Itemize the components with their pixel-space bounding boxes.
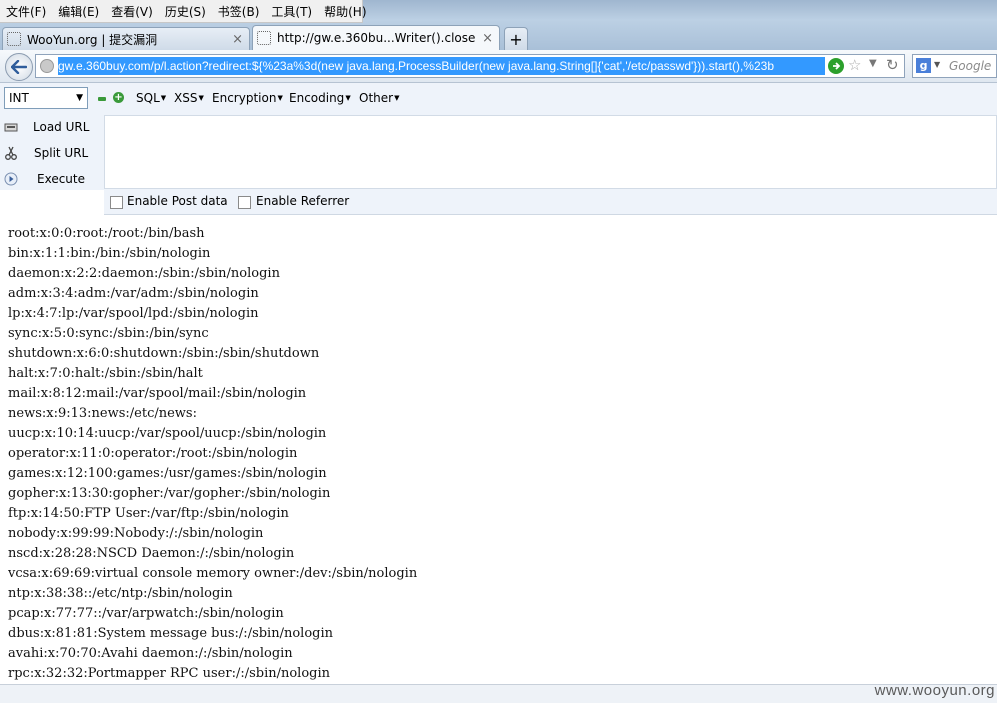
scissors-icon <box>5 146 17 160</box>
history-dropdown-icon[interactable]: ▼ <box>869 58 877 69</box>
tab-strip: WooYun.org | 提交漏洞 × http://gw.e.360bu...… <box>0 24 528 50</box>
passwd-line: nscd:x:28:28:NSCD Daemon:/:/sbin/nologin <box>8 546 295 561</box>
passwd-line: dbus:x:81:81:System message bus:/:/sbin/… <box>8 626 334 641</box>
encoding-menu[interactable]: Encoding▼ <box>289 91 351 105</box>
hackbar-actions: Load URL Split URL Execute <box>0 115 104 190</box>
page-favicon-icon <box>7 32 21 46</box>
site-identity-icon[interactable] <box>40 59 54 73</box>
new-tab-button[interactable]: + <box>504 27 528 50</box>
play-icon <box>4 172 18 186</box>
url-input[interactable]: gw.e.360buy.com/p/l.action?redirect:${%2… <box>58 57 825 75</box>
menu-edit[interactable]: 编辑(E) <box>52 3 105 20</box>
status-bar <box>0 684 997 703</box>
menu-bar: 文件(F) 编辑(E) 查看(V) 历史(S) 书签(B) 工具(T) 帮助(H… <box>0 0 367 23</box>
address-bar[interactable]: gw.e.360buy.com/p/l.action?redirect:${%2… <box>35 54 905 78</box>
passwd-line: news:x:9:13:news:/etc/news: <box>8 406 197 421</box>
menu-help[interactable]: 帮助(H) <box>318 3 372 20</box>
passwd-line: shutdown:x:6:0:shutdown:/sbin:/sbin/shut… <box>8 346 320 361</box>
passwd-line: gopher:x:13:30:gopher:/var/gopher:/sbin/… <box>8 486 331 501</box>
back-button[interactable] <box>5 53 33 81</box>
tab-wooyun[interactable]: WooYun.org | 提交漏洞 × <box>2 27 250 50</box>
other-menu[interactable]: Other▼ <box>359 91 399 105</box>
tab-close-icon[interactable]: × <box>232 32 243 47</box>
enable-referrer-label: Enable Referrer <box>256 194 350 208</box>
plus-icon[interactable]: + <box>113 92 124 103</box>
go-arrow-icon <box>833 62 841 70</box>
load-url-button[interactable]: Load URL <box>0 115 104 139</box>
passwd-line: games:x:12:100:games:/usr/games:/sbin/no… <box>8 466 327 481</box>
hackbar-options: Enable Post data Enable Referrer <box>104 189 997 215</box>
passwd-line: daemon:x:2:2:daemon:/sbin:/sbin/nologin <box>8 266 280 281</box>
bookmark-star-icon[interactable]: ☆ <box>848 56 861 74</box>
menu-view[interactable]: 查看(V) <box>105 3 159 20</box>
xss-menu[interactable]: XSS▼ <box>174 91 204 105</box>
passwd-line: root:x:0:0:root:/root:/bin/bash <box>8 226 205 241</box>
passwd-line: pcap:x:77:77::/var/arpwatch:/sbin/nologi… <box>8 606 284 621</box>
sql-menu[interactable]: SQL▼ <box>136 91 166 105</box>
passwd-line: avahi:x:70:70:Avahi daemon:/:/sbin/nolog… <box>8 646 293 661</box>
split-url-label: Split URL <box>34 146 89 160</box>
google-icon[interactable]: g <box>916 58 931 73</box>
back-arrow-icon <box>11 60 27 74</box>
load-url-label: Load URL <box>33 120 90 134</box>
passwd-line: ftp:x:14:50:FTP User:/var/ftp:/sbin/nolo… <box>8 506 289 521</box>
passwd-line: ntp:x:38:38::/etc/ntp:/sbin/nologin <box>8 586 233 601</box>
menu-bookmarks[interactable]: 书签(B) <box>212 3 266 20</box>
passwd-line: rpc:x:32:32:Portmapper RPC user:/:/sbin/… <box>8 666 331 681</box>
tab-title: http://gw.e.360bu...Writer().close()} <box>277 31 477 45</box>
passwd-line: lp:x:4:7:lp:/var/spool/lpd:/sbin/nologin <box>8 306 259 321</box>
enable-referrer-checkbox[interactable] <box>238 196 251 209</box>
passwd-line: uucp:x:10:14:uucp:/var/spool/uucp:/sbin/… <box>8 426 327 441</box>
search-input[interactable]: Google <box>949 59 991 73</box>
passwd-line: mail:x:8:12:mail:/var/spool/mail:/sbin/n… <box>8 386 307 401</box>
search-bar[interactable]: g ▼ Google <box>912 54 997 78</box>
encryption-menu[interactable]: Encryption▼ <box>212 91 283 105</box>
page-content: root:x:0:0:root:/root:/bin/bash bin:x:1:1… <box>8 224 988 684</box>
menu-history[interactable]: 历史(S) <box>159 3 212 20</box>
hackbar-url-textarea[interactable] <box>104 115 997 189</box>
enable-post-label: Enable Post data <box>127 194 228 208</box>
split-url-button[interactable]: Split URL <box>0 141 104 165</box>
int-select-value: INT <box>9 91 29 105</box>
navigation-toolbar: gw.e.360buy.com/p/l.action?redirect:${%2… <box>0 50 997 83</box>
int-select[interactable]: INT ▼ <box>4 87 88 109</box>
execute-label: Execute <box>37 172 85 186</box>
load-url-icon <box>4 123 18 132</box>
passwd-line: operator:x:11:0:operator:/root:/sbin/nol… <box>8 446 298 461</box>
passwd-line: bin:x:1:1:bin:/bin:/sbin/nologin <box>8 246 211 261</box>
execute-button[interactable]: Execute <box>0 167 104 191</box>
tab-close-icon[interactable]: × <box>482 31 493 46</box>
minus-icon[interactable] <box>98 97 106 101</box>
passwd-line: nobody:x:99:99:Nobody:/:/sbin/nologin <box>8 526 264 541</box>
hackbar-toolbar: INT ▼ + SQL▼ XSS▼ Encryption▼ Encoding▼ … <box>0 83 997 115</box>
chevron-down-icon: ▼ <box>76 93 83 103</box>
passwd-line: vcsa:x:69:69:virtual console memory owne… <box>8 566 418 581</box>
tab-current[interactable]: http://gw.e.360bu...Writer().close()} × <box>252 25 500 50</box>
enable-post-checkbox[interactable] <box>110 196 123 209</box>
engine-dropdown-icon[interactable]: ▼ <box>934 60 940 69</box>
passwd-line: sync:x:5:0:sync:/sbin:/bin/sync <box>8 326 209 341</box>
wooyun-watermark: www.wooyun.org <box>874 682 995 699</box>
passwd-line: halt:x:7:0:halt:/sbin:/sbin/halt <box>8 366 203 381</box>
menu-tools[interactable]: 工具(T) <box>265 3 318 20</box>
page-favicon-icon <box>257 31 271 45</box>
go-button-icon[interactable] <box>828 58 844 74</box>
menu-file[interactable]: 文件(F) <box>0 3 52 20</box>
reload-icon[interactable]: ↻ <box>886 56 899 74</box>
passwd-line: adm:x:3:4:adm:/var/adm:/sbin/nologin <box>8 286 259 301</box>
tab-title: WooYun.org | 提交漏洞 <box>27 32 158 47</box>
